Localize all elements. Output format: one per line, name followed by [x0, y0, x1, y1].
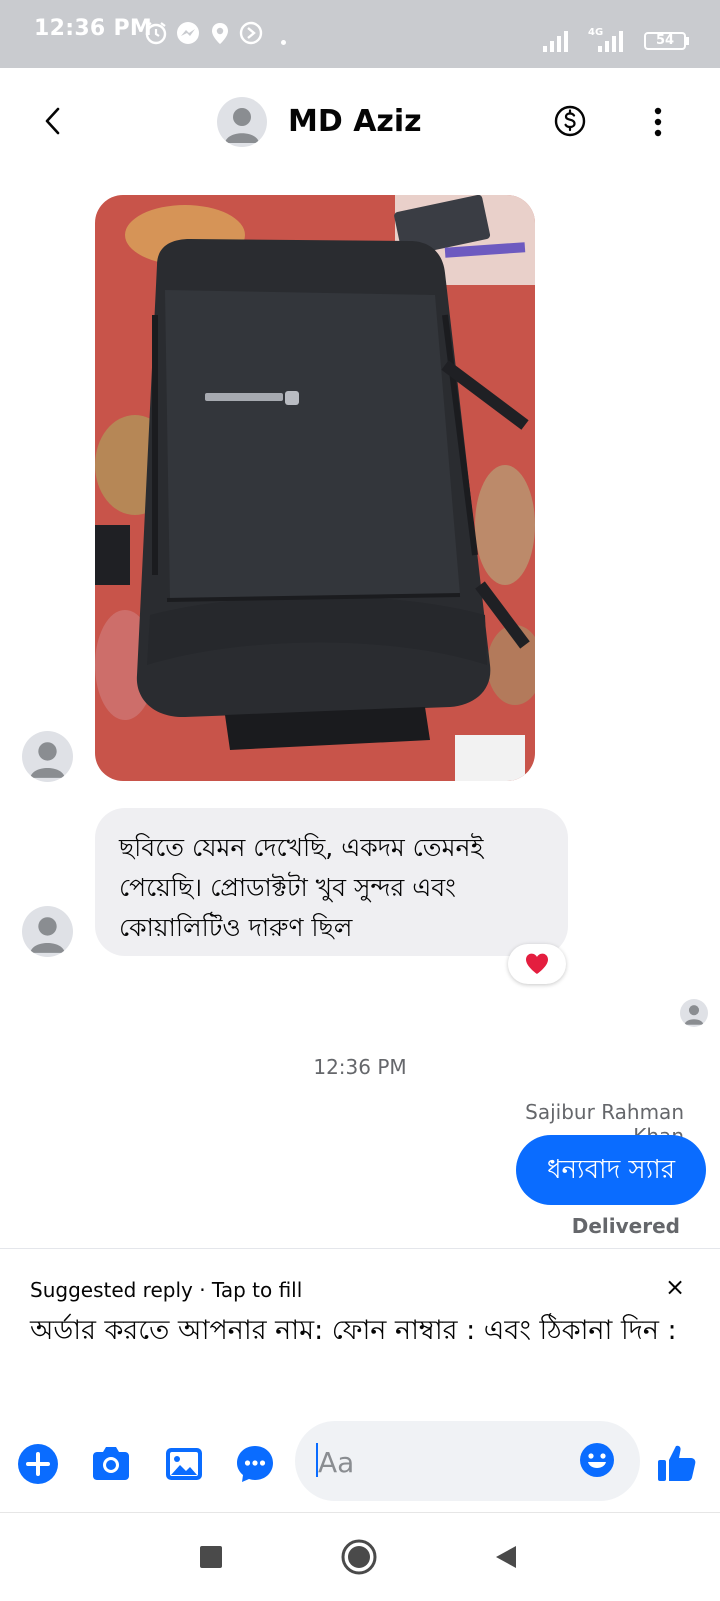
incoming-message-text: ছবিতে যেমন দেখেছি, একদম তেমনই পেয়েছি। প… — [119, 833, 484, 942]
recents-button[interactable] — [200, 1546, 222, 1568]
message-reaction[interactable] — [508, 944, 566, 984]
person-icon — [30, 742, 65, 778]
person-icon — [30, 917, 65, 953]
status-time: 12:36 PM — [34, 16, 153, 41]
location-icon — [212, 23, 228, 44]
delivery-status: Delivered — [571, 1214, 680, 1238]
alarm-icon — [145, 22, 167, 45]
messenger-icon — [177, 22, 199, 44]
signal-4g-icon — [598, 31, 623, 52]
heart-icon — [526, 953, 548, 974]
person-icon — [684, 1005, 704, 1025]
back-arrow-icon[interactable] — [38, 104, 68, 138]
plus-circle-icon[interactable] — [16, 1442, 60, 1486]
sender-avatar[interactable] — [22, 906, 73, 957]
home-button[interactable] — [340, 1538, 378, 1576]
photo-message[interactable] — [95, 195, 535, 781]
message-input-placeholder: Aa — [318, 1446, 355, 1479]
battery-tip — [686, 37, 689, 45]
outgoing-message-bubble[interactable]: ধন্যবাদ স্যার — [516, 1135, 706, 1205]
contact-avatar[interactable] — [217, 97, 267, 147]
signal-icon — [543, 31, 568, 52]
emoji-icon[interactable] — [578, 1441, 616, 1479]
data-saver-icon — [239, 21, 263, 45]
suggested-reply-label: Suggested reply · Tap to fill — [30, 1278, 303, 1302]
read-receipt-avatar — [680, 999, 708, 1027]
gallery-icon[interactable] — [162, 1442, 206, 1486]
back-nav-button[interactable] — [494, 1544, 518, 1570]
camera-icon[interactable] — [89, 1442, 133, 1486]
person-icon — [225, 108, 259, 143]
more-vertical-icon[interactable] — [652, 106, 664, 138]
thumbs-up-icon[interactable] — [656, 1442, 698, 1484]
status-bar: 12:36 PM 4G — [0, 0, 720, 68]
notification-dot-icon — [281, 40, 286, 45]
battery-icon: 54 — [644, 32, 686, 50]
chat-bubble-icon[interactable] — [233, 1442, 277, 1486]
time-separator: 12:36 PM — [313, 1055, 407, 1079]
incoming-message-bubble[interactable]: ছবিতে যেমন দেখেছি, একদম তেমনই পেয়েছি। প… — [95, 808, 568, 956]
divider — [0, 1248, 720, 1249]
sender-avatar[interactable] — [22, 731, 73, 782]
suggested-reply-text[interactable]: অর্ডার করতে আপনার নাম: ফোন নাম্বার : এবং… — [30, 1310, 690, 1352]
contact-name[interactable]: MD Aziz — [288, 104, 422, 139]
backpack-photo — [95, 195, 535, 781]
dollar-circle-icon[interactable] — [553, 104, 587, 138]
close-suggestion-button[interactable]: × — [665, 1273, 685, 1301]
battery-level: 54 — [655, 33, 675, 48]
